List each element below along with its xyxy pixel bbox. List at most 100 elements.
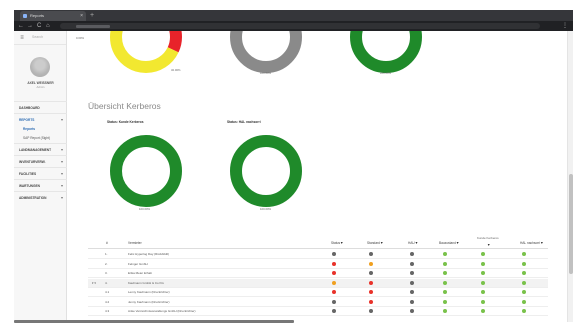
row-vermieter: Felnger GmbH xyxy=(128,261,148,266)
donut-segment xyxy=(230,31,302,73)
status-dot xyxy=(332,309,336,313)
status-dot xyxy=(522,280,526,285)
sidebar-item-reports[interactable]: REPORTS ▾ xyxy=(14,113,67,125)
donut-segment xyxy=(350,31,422,73)
column-header-hau[interactable]: HAU▼ xyxy=(408,241,418,245)
url-bar[interactable] xyxy=(60,23,540,29)
table-row[interactable]: 4.3 Anke Verzeichnisverwaltungs GmbH (Dru… xyxy=(88,307,548,316)
status-dot xyxy=(369,252,373,256)
row-number: 4.2 xyxy=(105,299,110,304)
browser-tabbar: Reports × + xyxy=(14,10,573,21)
table-row[interactable]: 3. Erika Meier Erhab xyxy=(88,269,548,278)
row-number: 3. xyxy=(105,271,108,275)
sidebar-item-wartungen[interactable]: WARTUNGEN ▾ xyxy=(14,179,67,191)
sidebar-item-label: WARTUNGEN xyxy=(19,184,40,188)
status-dot xyxy=(481,271,485,275)
status-dot xyxy=(443,290,447,294)
status-dot xyxy=(410,271,414,275)
status-dot xyxy=(522,261,526,266)
row-vermieter: Kaufmann GmbH & Co KG xyxy=(128,280,164,285)
sidebar-item-label: INVENTURVERW. xyxy=(19,160,46,164)
filter-icon[interactable]: ▼ xyxy=(340,241,343,245)
main-content: 0.00% 32.00% 100.00% 100.00% Übersicht K… xyxy=(68,31,573,322)
status-dot xyxy=(332,252,336,256)
sidebar-item-facilities[interactable]: FACILITIES ▾ xyxy=(14,167,67,179)
scrollbar[interactable] xyxy=(567,31,573,322)
url-text-blurred xyxy=(76,24,110,28)
status-dot xyxy=(332,271,336,275)
status-dot xyxy=(443,309,447,313)
section-title: Übersicht Kerberos xyxy=(88,101,161,111)
donut-percent-label: 32.00% xyxy=(171,68,181,72)
donut-label-kunde-kerberos: Status: Kunde Kerberos xyxy=(107,120,144,124)
donut-chart-hal-nachsorri xyxy=(230,135,302,207)
status-dot xyxy=(369,280,373,285)
browser-menu-icon[interactable]: ⋮ xyxy=(562,21,568,31)
status-dot xyxy=(369,271,373,275)
filter-icon[interactable]: ▼ xyxy=(540,241,543,245)
sidebar-subitem-sap-report[interactable]: SAP Report (Sight) xyxy=(14,134,67,143)
status-dot xyxy=(481,280,485,285)
row-vermieter: Jenny Kaufmann (Druckrichter) xyxy=(128,299,170,304)
sidebar-item-landmanagement[interactable]: LANDMANAGEMENT ▾ xyxy=(14,143,67,155)
column-header-standard[interactable]: Standard▼ xyxy=(367,241,383,245)
status-dot xyxy=(481,261,485,266)
browser-tab[interactable]: Reports × xyxy=(20,11,86,21)
column-header-status[interactable]: Status▼ xyxy=(331,241,344,245)
search-input[interactable]: Search xyxy=(32,35,43,39)
sidebar-subitem-reports[interactable]: Reports xyxy=(14,125,67,134)
column-header-bauzustand[interactable]: Bauzustand▼ xyxy=(439,241,459,245)
donut-percent-label-left: 0.00% xyxy=(76,36,84,40)
table-row[interactable]: 4.2 Jenny Kaufmann (Druckrichter) xyxy=(88,298,548,307)
sidebar-nav: DASHBOARD REPORTS ▾ Reports SAP Report (… xyxy=(14,101,67,203)
donut-label-hal-nachsorri: Status: HAL nachsorri xyxy=(227,120,261,124)
status-dot xyxy=(332,261,336,266)
donut-percent-label: 100.00% xyxy=(260,71,272,75)
horizontal-scrollbar[interactable] xyxy=(14,320,294,323)
row-vermieter: Erika Meier Erhab xyxy=(128,271,153,275)
table-row[interactable]: ▾ ▾ 4. Kaufmann GmbH & Co KG xyxy=(88,278,548,288)
home-icon[interactable]: ⌂ xyxy=(46,21,50,31)
status-dot xyxy=(369,299,373,304)
status-dot xyxy=(410,252,414,256)
status-dot xyxy=(443,280,447,285)
status-dot xyxy=(522,252,526,256)
address-toolbar: ← → C ⌂ ⋮ xyxy=(14,21,573,31)
back-icon[interactable]: ← xyxy=(18,21,24,31)
filter-icon[interactable]: ▼ xyxy=(415,241,418,245)
sidebar-item-inventur[interactable]: INVENTURVERW. ▾ xyxy=(14,155,67,167)
row-vermieter: Lenny Kaufmann (Druckrichter) xyxy=(128,290,170,294)
status-dot xyxy=(481,299,485,304)
sidebar-item-label: FACILITIES xyxy=(19,172,37,176)
scrollbar-thumb[interactable] xyxy=(569,174,573,274)
row-vermieter: Anke Verzeichnisverwaltungs GmbH (Druckr… xyxy=(128,309,196,313)
sidebar-item-administration[interactable]: ADMINISTRATION ▾ xyxy=(14,191,67,203)
filter-icon[interactable]: ▼ xyxy=(380,241,383,245)
row-number: 4.1 xyxy=(105,290,110,294)
filter-icon[interactable]: ▼ xyxy=(456,241,459,245)
status-dot xyxy=(443,252,447,256)
table-header: # Vermieter Status▼ Standard▼ HAU▼ Bauzu… xyxy=(88,236,548,249)
status-dot xyxy=(369,290,373,294)
filter-icon[interactable]: ▼ xyxy=(487,243,490,247)
status-dot xyxy=(410,309,414,313)
row-expand-toggle[interactable]: ▾ ▾ xyxy=(92,281,96,285)
new-tab-icon[interactable]: + xyxy=(90,10,94,21)
avatar[interactable] xyxy=(30,57,50,77)
row-number: 4.3 xyxy=(105,309,110,313)
menu-icon[interactable]: ≡ xyxy=(18,34,26,42)
column-header-hal-nachsorri[interactable]: HAL nachsorri▼ xyxy=(520,241,544,245)
status-dot xyxy=(443,271,447,275)
reload-icon[interactable]: C xyxy=(37,21,41,31)
table-row[interactable]: 4.1 Lenny Kaufmann (Druckrichter) xyxy=(88,288,548,297)
tab-title: Reports xyxy=(30,13,45,18)
status-dot xyxy=(443,261,447,266)
sidebar-item-dashboard[interactable]: DASHBOARD xyxy=(14,101,67,113)
status-dot xyxy=(522,290,526,294)
forward-icon[interactable]: → xyxy=(27,21,33,31)
table-row[interactable]: 2. Felnger GmbH xyxy=(88,260,548,269)
table-row[interactable]: 1. Felix Hyperlog Day (Rückbildil) xyxy=(88,250,548,259)
close-tab-icon[interactable]: × xyxy=(80,11,83,21)
column-filter-kunde-kerberos[interactable]: ▼ xyxy=(487,243,490,247)
status-dot xyxy=(410,280,414,285)
